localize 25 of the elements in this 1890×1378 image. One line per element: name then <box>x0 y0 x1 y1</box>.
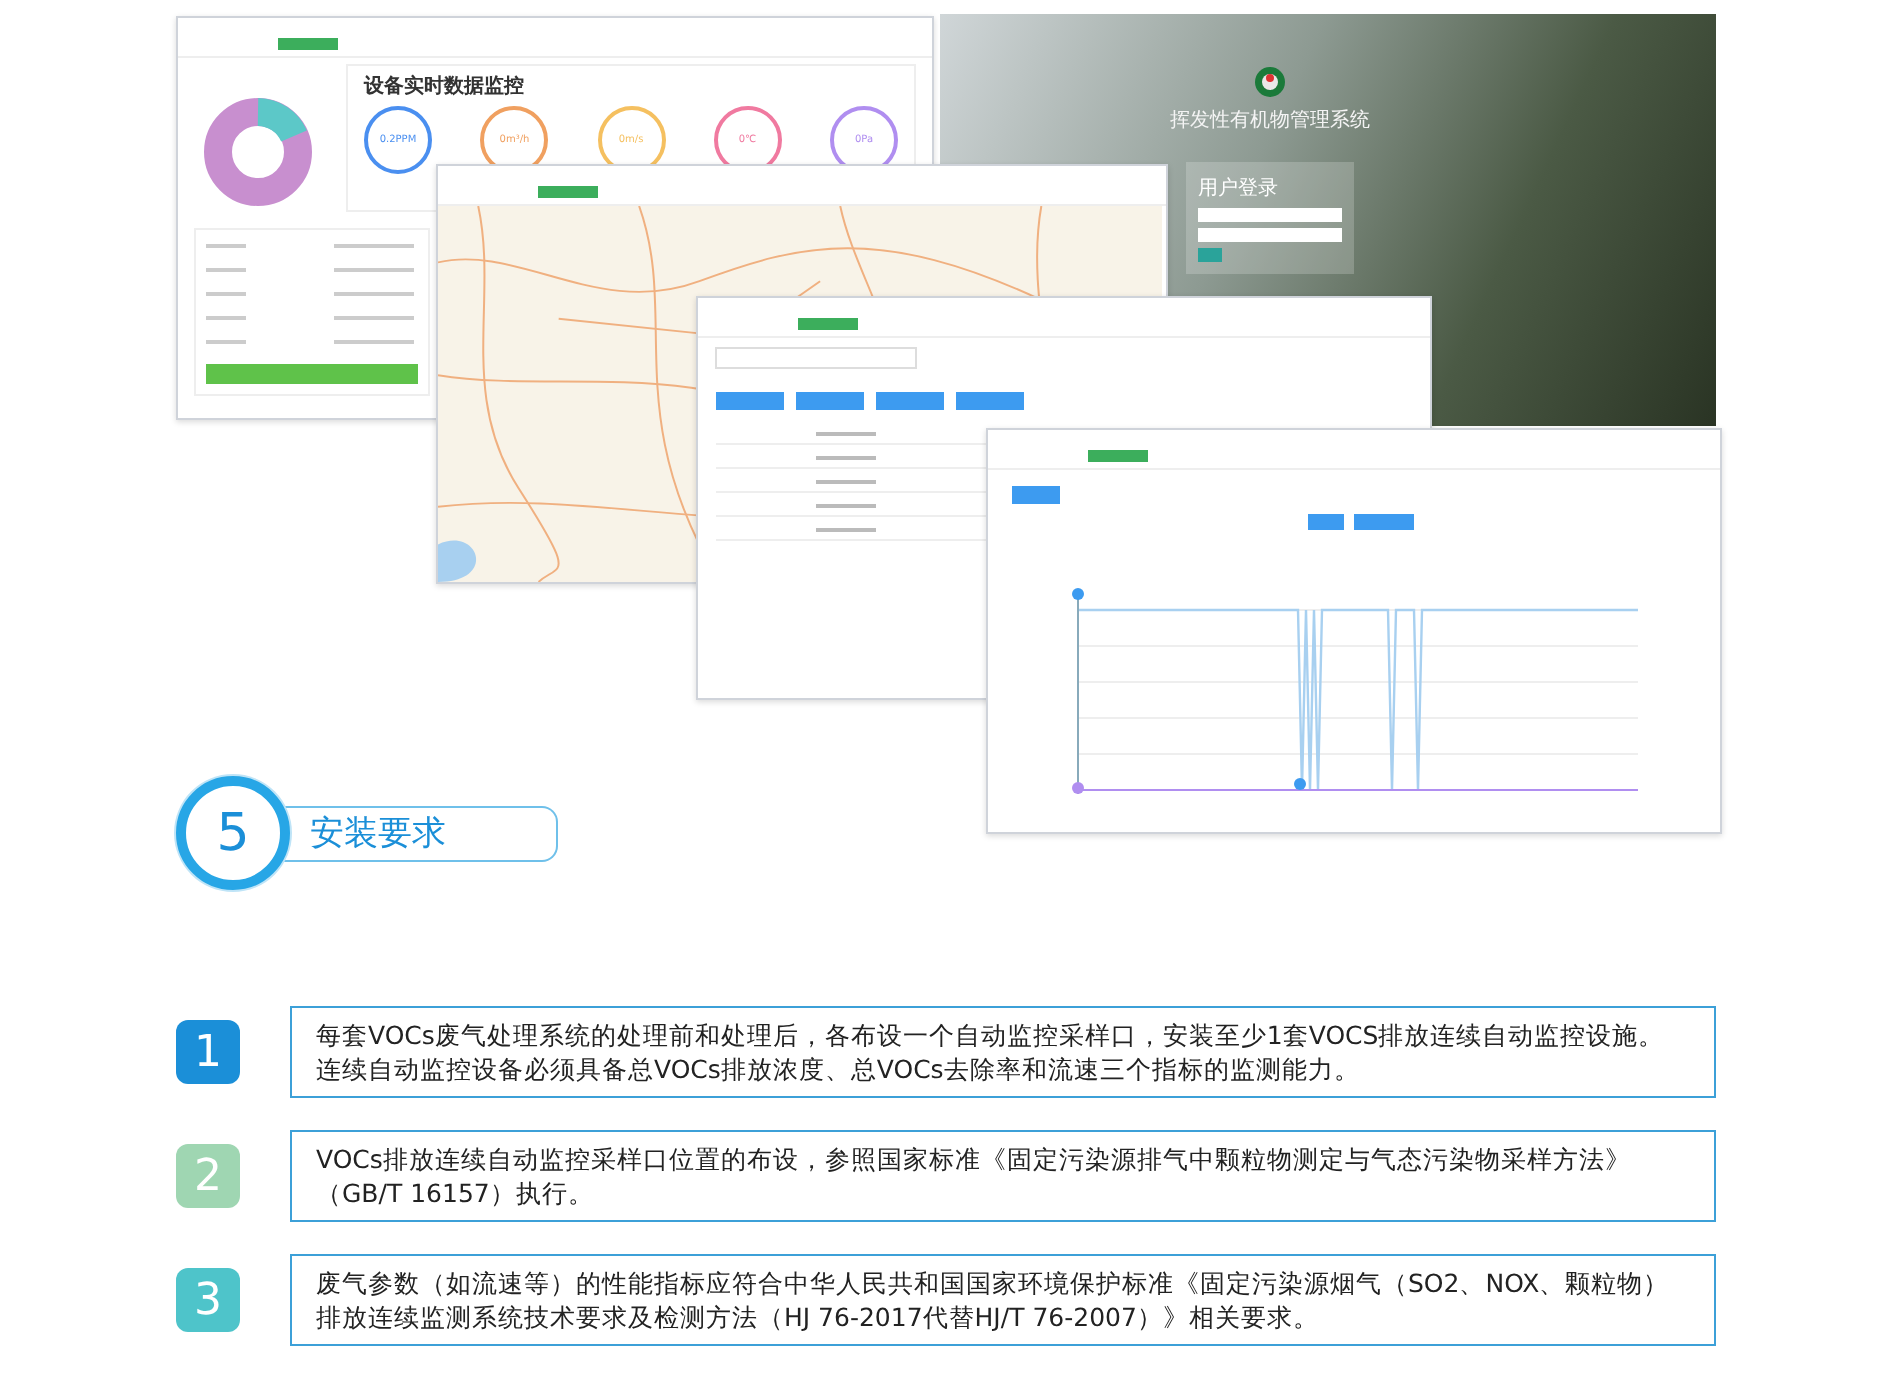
requirement-text: 每套VOCs废气处理系统的处理前和处理后，各布设一个自动监控采样口，安装至少1套VOCS排放连续自动监控设施。连续自动监控设备必须具备总VOCs排放浓度、总VOCs去除率和流速三个指标的监测能力。 <box>290 1006 1716 1098</box>
active-tab[interactable] <box>798 318 858 330</box>
login-button[interactable] <box>1198 248 1222 262</box>
device-button[interactable] <box>1012 486 1060 504</box>
export-button[interactable] <box>1354 514 1414 530</box>
active-tab[interactable] <box>1088 450 1148 462</box>
item-number: 1 <box>176 1020 240 1084</box>
query-button[interactable] <box>1308 514 1344 530</box>
item-number: 3 <box>176 1268 240 1332</box>
requirement-text: VOCs排放连续自动监控采样口位置的布设，参照国家标准《固定污染源排气中颗粒物测定与气态污染物采样方法》（GB/T 16157）执行。 <box>290 1130 1716 1222</box>
input-field[interactable] <box>1198 208 1342 222</box>
item-number: 2 <box>176 1144 240 1208</box>
marker-point <box>1294 778 1306 790</box>
section-number: 5 <box>176 776 290 890</box>
active-tab[interactable] <box>278 38 338 50</box>
login-title: 用户登录 <box>1198 175 1280 202</box>
marker-point <box>1072 782 1084 794</box>
active-tab[interactable] <box>538 186 598 198</box>
marker-point <box>1072 588 1084 600</box>
panel-title: 设备实时数据监控 <box>364 72 526 100</box>
donut-chart-drawing <box>198 92 318 212</box>
input-field[interactable] <box>1198 228 1342 242</box>
system-title: 挥发性有机物管理系统 <box>1170 107 1370 134</box>
requirement-text: 废气参数（如流速等）的性能指标应符合中华人民共和国国家环境保护标准《固定污染源烟气（SO2、NOX、颗粒物）排放连续监测系统技术要求及检测方法（HJ 76-2017代替HJ/T 76-2007）》相关要求。 <box>290 1254 1716 1346</box>
logo-icon <box>1254 66 1286 98</box>
